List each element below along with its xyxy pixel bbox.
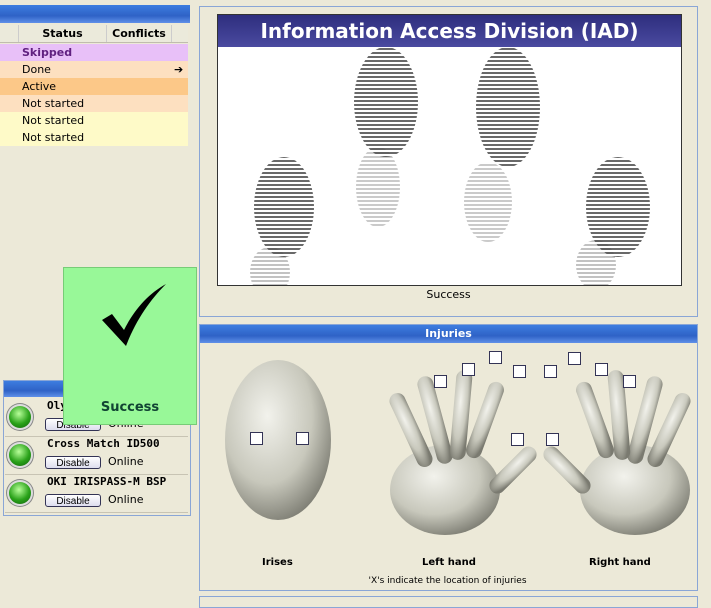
disable-button[interactable]: Disable — [45, 494, 101, 507]
device-row: OKI IRISPASS-M BSP Disable Online — [5, 474, 188, 513]
right-hand-label: Right hand — [589, 557, 651, 568]
injury-checkbox[interactable] — [623, 375, 636, 388]
iad-banner: Information Access Division (IAD) — [218, 15, 681, 47]
step-status: Not started — [22, 97, 85, 110]
disable-button[interactable]: Disable — [45, 456, 101, 469]
popup-status: Success — [100, 400, 160, 415]
injury-checkbox[interactable] — [434, 375, 447, 388]
injury-checkbox[interactable] — [511, 433, 524, 446]
injury-checkbox[interactable] — [489, 351, 502, 364]
bottom-panel — [199, 596, 698, 608]
checkmark-icon — [102, 284, 166, 346]
step-row[interactable]: Not started — [0, 95, 188, 112]
step-row[interactable]: Not started — [0, 112, 188, 129]
injury-checkbox[interactable] — [568, 352, 581, 365]
device-name: Cross Match ID500 — [47, 437, 160, 450]
head-icon — [225, 360, 331, 520]
steps-header-bar — [0, 5, 190, 23]
step-status: Skipped — [22, 46, 73, 59]
injury-checkbox[interactable] — [296, 432, 309, 445]
injury-checkbox[interactable] — [462, 363, 475, 376]
status-led-icon — [9, 406, 31, 428]
column-status[interactable]: Status — [18, 25, 106, 42]
right-hand-icon — [543, 370, 691, 535]
injury-checkbox[interactable] — [513, 365, 526, 378]
device-name: OKI IRISPASS-M BSP — [47, 475, 167, 488]
fingerprint-image: Information Access Division (IAD) — [217, 14, 682, 286]
injury-checkbox[interactable] — [546, 433, 559, 446]
current-arrow-icon: ➔ — [174, 63, 184, 76]
device-status: Online — [108, 455, 144, 468]
injury-checkbox[interactable] — [250, 432, 263, 445]
step-row[interactable]: Active — [0, 78, 188, 95]
device-status: Online — [108, 493, 144, 506]
fingerprint-status: Success — [426, 288, 471, 301]
success-popup: Success — [63, 267, 197, 425]
step-status: Active — [22, 80, 57, 93]
steps-column-headers: Status Conflicts — [0, 25, 188, 43]
irises-label: Irises — [262, 557, 293, 568]
step-row[interactable]: Not started — [0, 129, 188, 146]
left-hand-icon — [389, 370, 537, 535]
fingerprints-graphic — [250, 47, 650, 285]
status-led-icon — [9, 444, 31, 466]
step-status: Not started — [22, 114, 85, 127]
step-status: Not started — [22, 131, 85, 144]
step-row[interactable]: Done ➔ — [0, 61, 188, 78]
device-row: Cross Match ID500 Disable Online — [5, 436, 188, 475]
step-row[interactable]: Skipped — [0, 44, 188, 61]
injuries-header: Injuries — [200, 325, 697, 343]
injuries-caption: 'X's indicate the location of injuries — [368, 576, 527, 586]
injury-checkbox[interactable] — [544, 365, 557, 378]
injury-checkbox[interactable] — [595, 363, 608, 376]
status-led-icon — [9, 482, 31, 504]
step-status: Done — [22, 63, 51, 76]
column-conflicts[interactable]: Conflicts — [106, 25, 172, 42]
left-hand-label: Left hand — [422, 557, 476, 568]
